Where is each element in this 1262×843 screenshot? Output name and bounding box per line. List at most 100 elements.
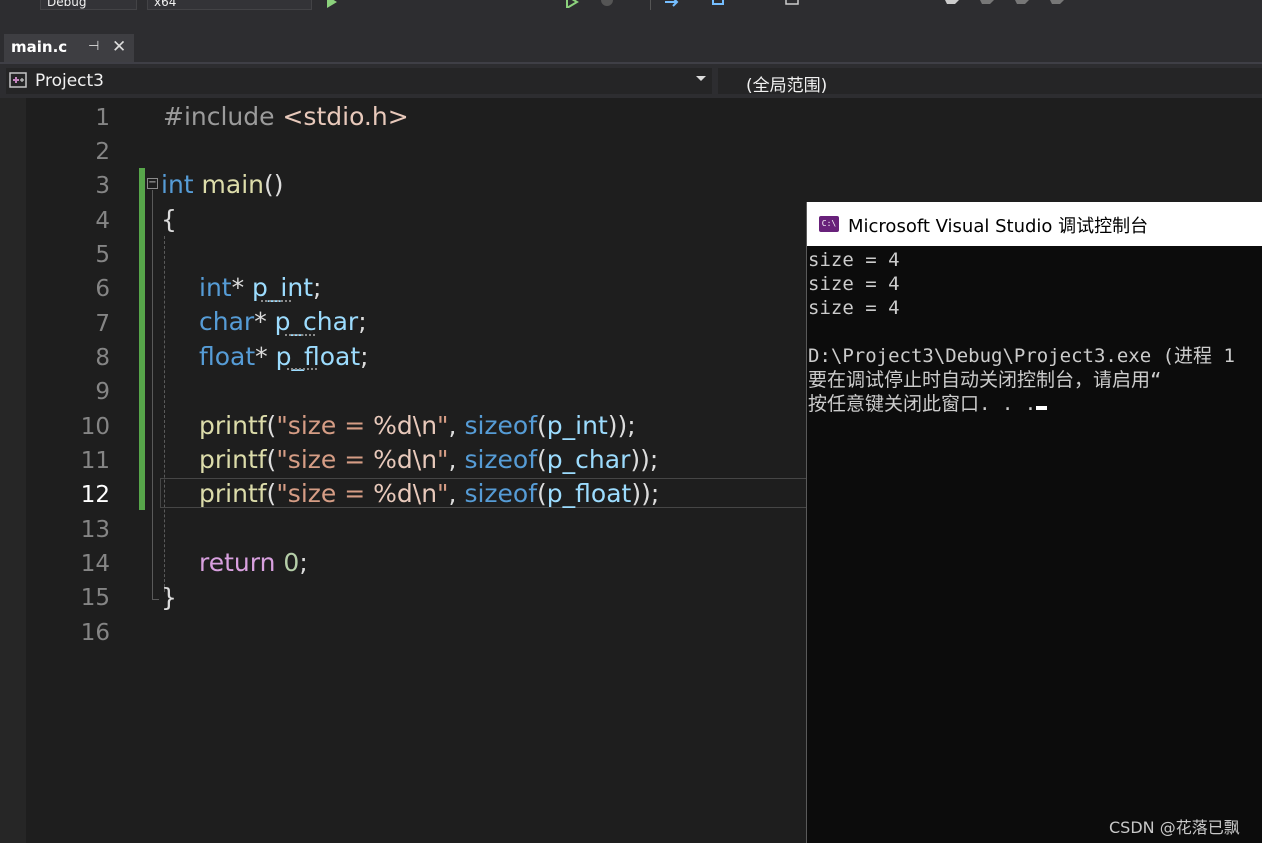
- string-quote: ": [437, 445, 449, 474]
- code-line-11: printf("size = %d\n", sizeof(p_char));: [199, 443, 658, 477]
- collapse-icon[interactable]: −: [147, 178, 158, 189]
- console-title: Microsoft Visual Studio 调试控制台: [848, 216, 1149, 237]
- bookmark-next-icon[interactable]: [1015, 0, 1029, 8]
- semicolon: ;: [358, 307, 367, 336]
- string-quote: ": [437, 411, 449, 440]
- open-paren: (: [537, 411, 547, 440]
- project-icon: [9, 72, 27, 88]
- keyword: sizeof: [464, 479, 538, 508]
- console-output-line: size = 4: [808, 249, 900, 271]
- solution-platform-dropdown[interactable]: x64: [147, 0, 312, 10]
- warning-squiggle: [261, 298, 291, 302]
- layout-icon[interactable]: [712, 0, 726, 8]
- keyword: sizeof: [464, 445, 538, 474]
- warning-squiggle: [285, 332, 315, 336]
- pointer-star: *: [231, 273, 245, 302]
- number-literal: 0: [283, 548, 300, 577]
- string-literal: "size =: [276, 411, 374, 440]
- line-number-active: 12: [80, 482, 110, 508]
- comma: ,: [448, 445, 465, 474]
- line-number: 1: [95, 105, 110, 131]
- solution-config-dropdown[interactable]: Debug: [40, 0, 137, 10]
- project-name: Project3: [35, 71, 104, 91]
- code-line-10: printf("size = %d\n", sizeof(p_int));: [199, 409, 636, 443]
- tab-main-c[interactable]: main.c ⊣ ✕: [4, 34, 134, 62]
- navigate-icon[interactable]: [665, 0, 679, 8]
- console-output-line: size = 4: [808, 297, 900, 319]
- format-specifier: %d: [373, 411, 413, 440]
- console-prompt-text: 按任意键关闭此窗口. . .: [808, 393, 1037, 415]
- line-number: 13: [80, 517, 110, 543]
- open-brace: {: [161, 205, 177, 234]
- editor-margin: [0, 98, 26, 843]
- string-literal: "size =: [276, 445, 374, 474]
- format-specifier: %d: [373, 445, 413, 474]
- escape-sequence: \n: [412, 411, 438, 440]
- comment-icon[interactable]: [785, 0, 799, 8]
- line-number: 15: [80, 585, 110, 611]
- record-icon[interactable]: [600, 0, 614, 8]
- start-without-debug-icon[interactable]: [565, 0, 579, 8]
- watermark: CSDN @花落已飘: [1109, 818, 1240, 837]
- code-line-15: }: [161, 581, 177, 615]
- chevron-down-icon[interactable]: [696, 76, 706, 81]
- close-paren: ));: [631, 479, 660, 508]
- close-paren: ));: [607, 411, 636, 440]
- keyword: sizeof: [464, 411, 538, 440]
- variable: p_char: [546, 445, 631, 474]
- comma: ,: [448, 479, 465, 508]
- pointer-star: *: [255, 342, 268, 371]
- escape-sequence: \n: [412, 479, 438, 508]
- string-quote: ": [437, 479, 449, 508]
- comma: ,: [448, 411, 465, 440]
- open-paren: (: [266, 479, 277, 508]
- line-number: 9: [95, 379, 110, 405]
- semicolon: ;: [360, 342, 369, 371]
- bookmark-clear-icon[interactable]: [1050, 0, 1064, 8]
- escape-sequence: \n: [412, 445, 438, 474]
- string-literal: "size =: [276, 479, 374, 508]
- console-title-bar[interactable]: C:\ Microsoft Visual Studio 调试控制台: [807, 202, 1262, 246]
- line-number: 7: [95, 311, 110, 337]
- function-call: printf: [199, 411, 267, 440]
- semicolon: ;: [313, 273, 322, 302]
- line-number: 11: [80, 448, 110, 474]
- text-cursor: [1036, 406, 1048, 410]
- bookmark-icon[interactable]: [945, 0, 959, 8]
- open-paren: (: [537, 479, 547, 508]
- start-debug-icon[interactable]: [325, 0, 339, 8]
- console-output-line: D:\Project3\Debug\Project3.exe (进程 1: [808, 345, 1235, 367]
- close-icon[interactable]: ✕: [112, 37, 126, 57]
- console-output-line: 要在调试停止时自动关闭控制台，请启用“: [808, 369, 1162, 391]
- line-number: 10: [80, 414, 110, 440]
- line-number: 3: [95, 173, 110, 199]
- variable: p_int: [546, 411, 608, 440]
- variable: p_float: [546, 479, 632, 508]
- pin-icon[interactable]: ⊣: [88, 39, 99, 54]
- close-paren: ));: [630, 445, 659, 474]
- code-line-3: int main(): [161, 168, 284, 202]
- code-line-1: #include <stdio.h>: [163, 100, 409, 134]
- keyword: float: [199, 342, 256, 371]
- line-number: 4: [95, 208, 110, 234]
- line-number: 2: [95, 139, 110, 165]
- function-call: printf: [199, 445, 267, 474]
- project-dropdown[interactable]: Project3: [6, 68, 712, 94]
- control-keyword: return: [199, 548, 276, 577]
- close-brace: }: [161, 583, 177, 612]
- console-icon: C:\: [819, 216, 839, 232]
- open-paren: (: [266, 445, 277, 474]
- scope-dropdown[interactable]: (全局范围): [718, 68, 1262, 96]
- open-paren: (: [266, 411, 277, 440]
- changed-lines-bar: [139, 168, 145, 510]
- preprocessor-directive: #include: [163, 102, 275, 131]
- bookmark-prev-icon[interactable]: [980, 0, 994, 8]
- punctuation: (): [264, 170, 284, 199]
- toolbar-separator: [650, 0, 651, 10]
- indent-guide: [164, 236, 165, 592]
- debug-console-window[interactable]: C:\ Microsoft Visual Studio 调试控制台 size =…: [806, 202, 1262, 843]
- pointer-star: *: [254, 307, 267, 336]
- keyword: char: [199, 307, 255, 336]
- navigation-bar: Project3 (全局范围): [0, 64, 1262, 98]
- code-line-14: return 0;: [199, 546, 308, 580]
